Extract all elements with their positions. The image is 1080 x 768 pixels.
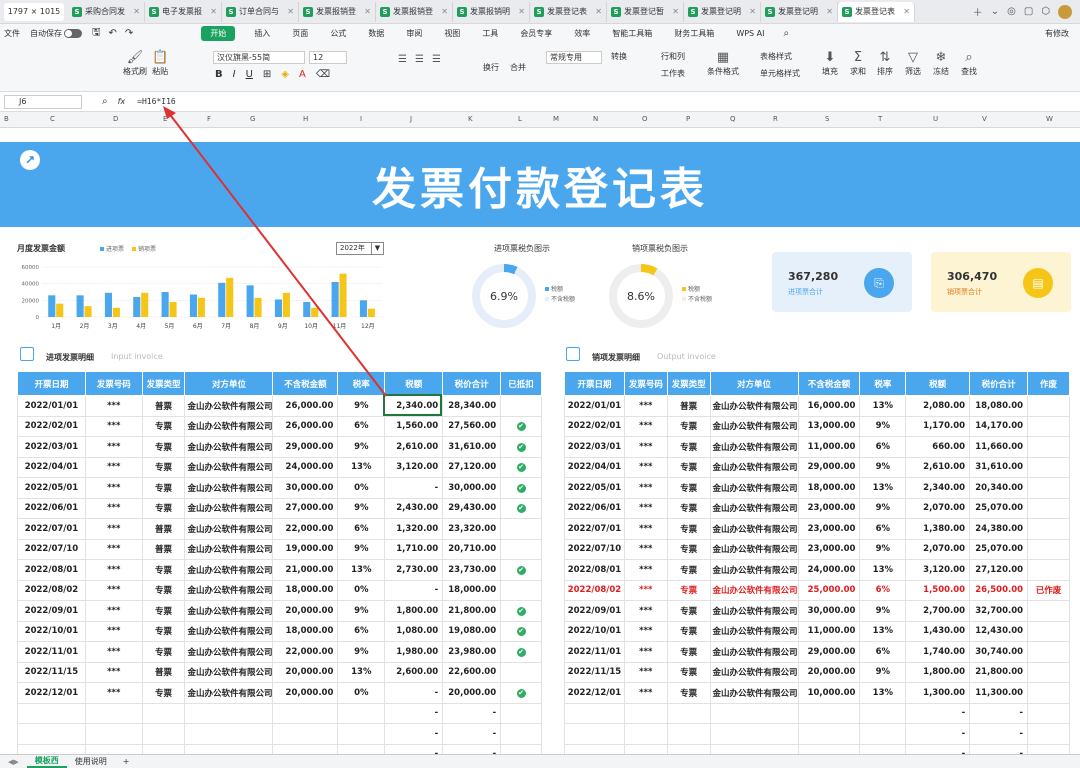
sheet-nav-icon[interactable]: ◀▶	[0, 758, 27, 766]
sheet-tab-template[interactable]: 模板西	[26, 755, 67, 768]
add-sheet-button[interactable]: +	[115, 757, 138, 766]
sheet-tab-bar: ◀▶ 模板西 使用说明 +	[0, 754, 1080, 768]
sheet-tab-instructions[interactable]: 使用说明	[67, 756, 115, 767]
annotation-arrow	[163, 106, 387, 397]
